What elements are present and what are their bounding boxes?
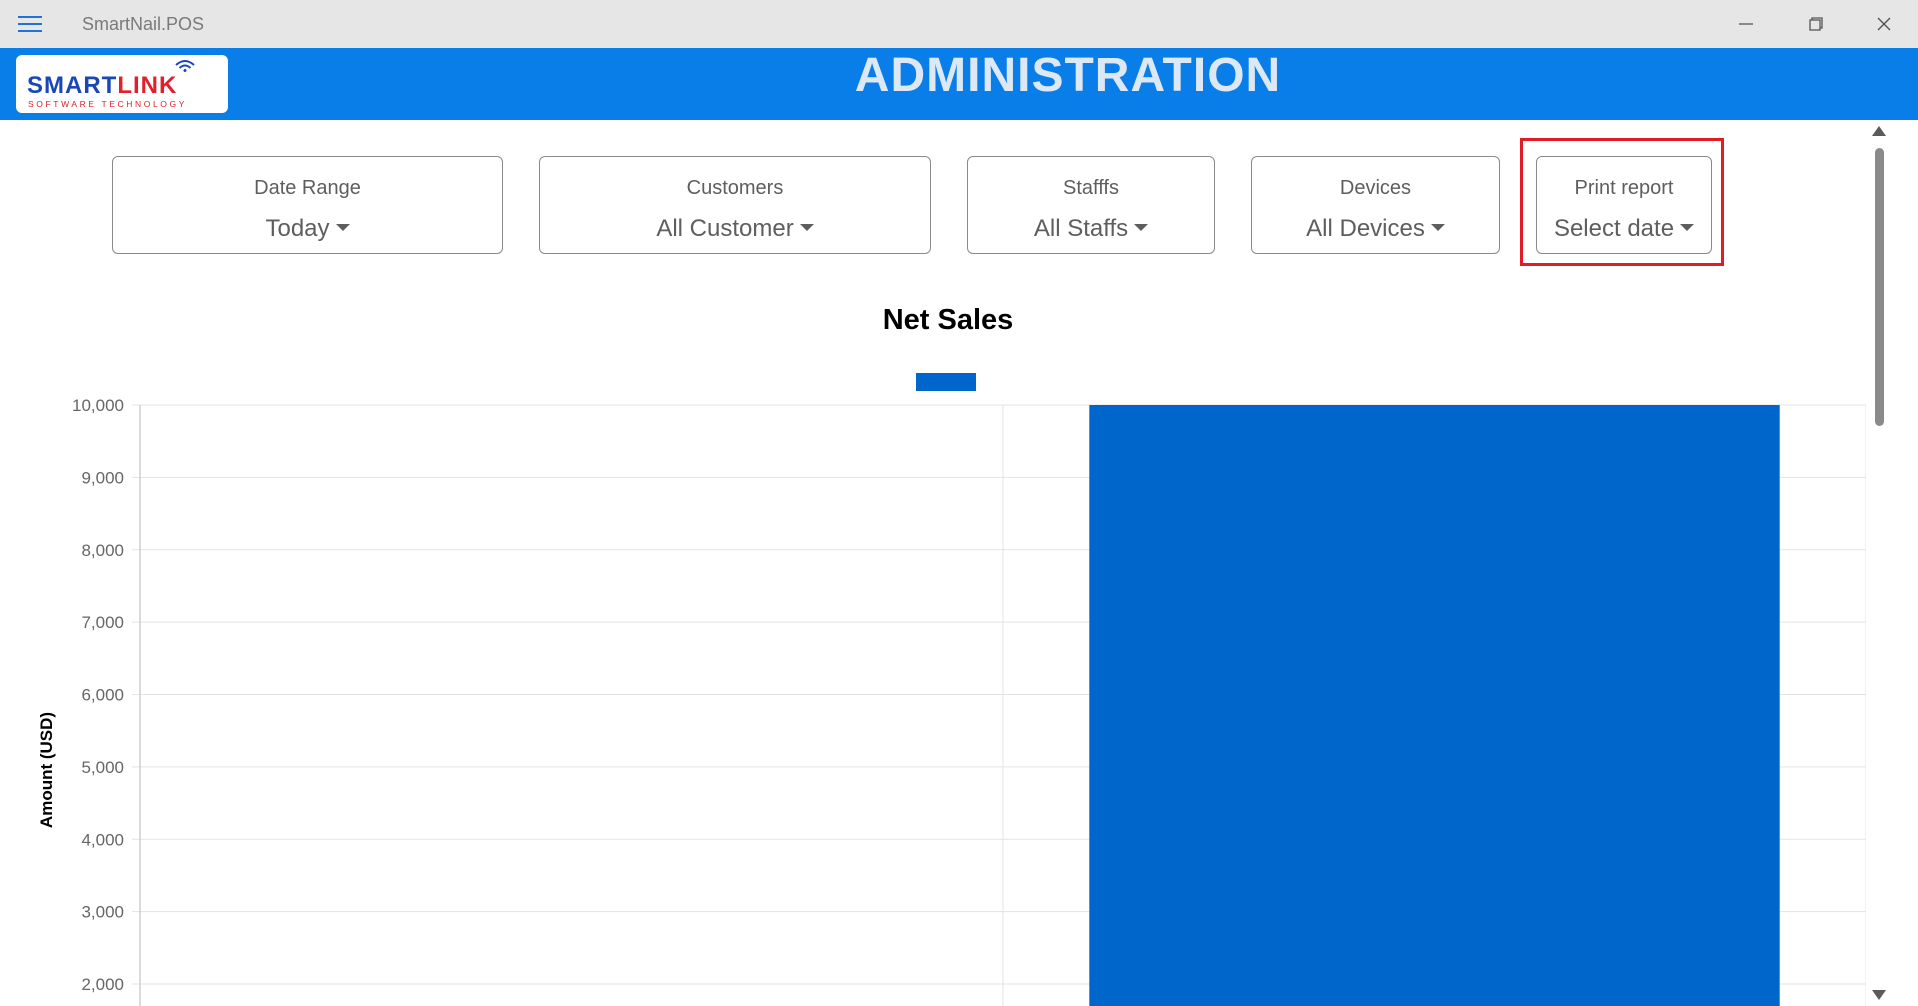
restore-icon[interactable] xyxy=(1800,8,1832,40)
date-range-value: Today xyxy=(265,215,330,242)
caret-down-icon xyxy=(799,224,814,231)
staffs-label: Stafffs xyxy=(1063,177,1119,199)
staffs-dropdown[interactable]: Stafffs All Staffs xyxy=(967,156,1215,254)
devices-value: All Devices xyxy=(1306,215,1425,242)
date-range-dropdown[interactable]: Date Range Today xyxy=(112,156,503,254)
y-tick-label: 6,000 xyxy=(81,686,124,705)
y-tick-label: 4,000 xyxy=(81,830,124,849)
vertical-scrollbar[interactable] xyxy=(1868,122,1890,1006)
chart-title: Net Sales xyxy=(882,304,1014,336)
customers-value: All Customer xyxy=(656,215,794,242)
y-tick-label: 10,000 xyxy=(72,396,124,415)
staffs-value: All Staffs xyxy=(1033,215,1129,242)
devices-dropdown[interactable]: Devices All Devices xyxy=(1251,156,1500,254)
net-sales-chart: 2,000 3,000 4,000 5,000 6,000 7,000 8,000 9,000… xyxy=(37,373,1866,1006)
app-title: SmartNail.POS xyxy=(82,14,205,34)
caret-down-icon xyxy=(1134,224,1149,231)
y-tick-label: 9,000 xyxy=(81,468,124,487)
page-title: ADMINISTRATION xyxy=(854,49,1282,102)
y-axis-label: Amount (USD) xyxy=(37,712,56,828)
page-title-wrapper: ADMINISTRATION xyxy=(0,48,1918,103)
customers-label: Customers xyxy=(686,177,784,199)
y-tick-label: 5,000 xyxy=(81,758,124,777)
customers-dropdown[interactable]: Customers All Customer xyxy=(539,156,931,254)
caret-down-icon xyxy=(1430,224,1445,231)
legend-swatch xyxy=(916,373,976,391)
close-icon[interactable] xyxy=(1868,8,1900,40)
y-tick-label: 7,000 xyxy=(81,613,124,632)
caret-down-icon xyxy=(335,224,350,231)
window-title-bar: SmartNail.POS xyxy=(0,0,1918,48)
scroll-down-icon[interactable] xyxy=(1872,990,1886,1000)
devices-label: Devices xyxy=(1339,177,1412,199)
scroll-up-icon[interactable] xyxy=(1872,126,1886,136)
y-tick-label: 8,000 xyxy=(81,541,124,560)
print-report-highlight-box xyxy=(1520,138,1724,266)
minimize-icon[interactable] xyxy=(1730,8,1762,40)
net-sales-bar xyxy=(1089,405,1780,1006)
date-range-label: Date Range xyxy=(254,177,361,199)
y-tick-label: 3,000 xyxy=(81,903,124,922)
scroll-thumb[interactable] xyxy=(1875,148,1884,426)
y-tick-label: 2,000 xyxy=(81,975,124,994)
hamburger-icon[interactable] xyxy=(18,14,42,34)
